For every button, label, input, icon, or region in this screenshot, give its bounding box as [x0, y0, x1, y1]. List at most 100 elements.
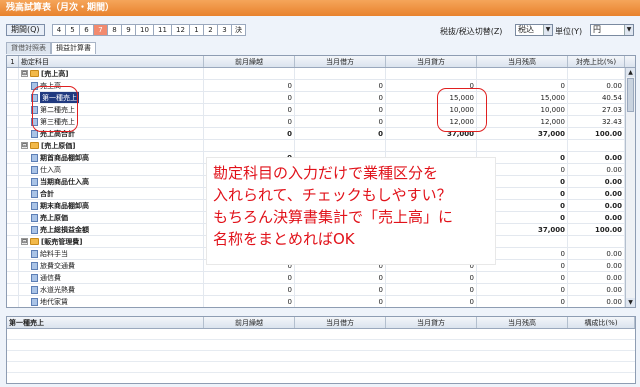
month-9[interactable]: 1	[190, 24, 204, 36]
detail-col-ratio[interactable]: 構成比(%)	[568, 317, 635, 328]
scroll-thumb[interactable]	[627, 78, 634, 112]
table-row[interactable]: 第二種売上 0 0 10,000 10,000 27.03	[7, 104, 635, 116]
scroll-up-icon[interactable]: ▲	[626, 68, 635, 77]
account-cell[interactable]: ⊟ [販売管理費]	[19, 236, 204, 247]
month-2[interactable]: 6	[80, 24, 94, 36]
tax-select[interactable]: 税込 ▼	[515, 24, 553, 36]
month-1[interactable]: 5	[66, 24, 80, 36]
month-4[interactable]: 8	[108, 24, 122, 36]
account-name: 給料手当	[40, 249, 68, 258]
col-debit[interactable]: 当月借方	[295, 56, 386, 67]
month-5[interactable]: 9	[122, 24, 136, 36]
table-row[interactable]: 地代家賃 0 0 0 0 0.00	[7, 296, 635, 307]
row-header-cell	[7, 116, 19, 127]
row-header-cell	[7, 272, 19, 283]
account-cell[interactable]: ⊟ [売上原価]	[19, 140, 204, 151]
annotation-line: 入れられて、チェックもしやすい？	[213, 186, 452, 204]
table-row[interactable]: ⊟ [売上高]	[7, 68, 635, 80]
highlight-circle-names	[32, 86, 78, 132]
value-cell: 0.00	[568, 152, 625, 163]
account-icon	[31, 201, 38, 210]
row-header-cell	[7, 248, 19, 259]
value-cell: 100.00	[568, 224, 625, 235]
annotation-callout: 勘定科目の入力だけで業種区分を 入れられて、チェックもしやすい？ もちろん決算書…	[206, 157, 496, 265]
tax-select-value: 税込	[518, 25, 534, 34]
account-cell[interactable]: 合計	[19, 188, 204, 199]
value-cell: 15,000	[477, 92, 568, 103]
table-row[interactable]: 売上高 0 0 0 0 0.00	[7, 80, 635, 92]
account-cell[interactable]: 仕入高	[19, 164, 204, 175]
col-credit[interactable]: 当月貸方	[386, 56, 477, 67]
account-cell[interactable]: ⊟ [売上高]	[19, 68, 204, 79]
month-11[interactable]: 3	[218, 24, 232, 36]
detail-row	[7, 340, 635, 351]
account-cell[interactable]: 旅費交通費	[19, 260, 204, 271]
unit-select[interactable]: 円 ▼	[590, 24, 634, 36]
tax-toggle-label: 税抜/税込切替(Z)	[440, 27, 503, 36]
folder-icon	[30, 70, 39, 77]
account-icon	[31, 189, 38, 198]
value-cell	[295, 140, 386, 151]
row-header-cell	[7, 296, 19, 307]
table-row[interactable]: 水道光熱費 0 0 0 0 0.00	[7, 284, 635, 296]
account-cell[interactable]: 期首商品棚卸高	[19, 152, 204, 163]
account-cell[interactable]: 通信費	[19, 272, 204, 283]
value-cell	[386, 140, 477, 151]
account-icon	[31, 165, 38, 174]
grid-corner[interactable]: 1	[7, 56, 19, 67]
value-cell: 0	[295, 116, 386, 127]
row-header-cell	[7, 212, 19, 223]
col-prev-balance[interactable]: 前月繰越	[204, 56, 295, 67]
scroll-down-icon[interactable]: ▼	[626, 298, 635, 307]
value-cell: 0.00	[568, 212, 625, 223]
month-0[interactable]: 4	[52, 24, 66, 36]
value-cell: 40.54	[568, 92, 625, 103]
detail-account: 第一種売上	[7, 317, 204, 328]
detail-col-balance[interactable]: 当月残高	[477, 317, 568, 328]
table-row[interactable]: 売上高合計 0 0 37,000 37,000 100.00	[7, 128, 635, 140]
tab-income-statement[interactable]: 損益計算書	[51, 42, 96, 54]
detail-col-debit[interactable]: 当月借方	[295, 317, 386, 328]
value-cell: 0	[386, 284, 477, 295]
collapse-icon[interactable]: ⊟	[21, 142, 28, 149]
account-cell[interactable]: 地代家賃	[19, 296, 204, 307]
account-cell[interactable]: 売上総損益金額	[19, 224, 204, 235]
col-ratio[interactable]: 対売上比(%)	[568, 56, 625, 67]
detail-col-credit[interactable]: 当月貸方	[386, 317, 477, 328]
table-row[interactable]: ⊟ [売上原価]	[7, 140, 635, 152]
account-cell[interactable]: 期末商品棚卸高	[19, 200, 204, 211]
value-cell	[568, 140, 625, 151]
period-toolbar: 期間(Q) 4 5 6 7 8 9 10 11 12 1 2 3 決 税抜/税込切替(Z) 税込 ▼ 単…	[0, 22, 640, 38]
detail-grid: 第一種売上 前月繰越 当月借方 当月貸方 当月残高 構成比(%)	[6, 316, 636, 384]
account-name: 合計	[40, 189, 54, 198]
month-8[interactable]: 12	[172, 24, 190, 36]
value-cell: 0	[204, 272, 295, 283]
month-12[interactable]: 決	[232, 24, 246, 36]
tab-balance-sheet[interactable]: 貸借対照表	[6, 42, 51, 54]
account-cell[interactable]: 売上原価	[19, 212, 204, 223]
period-button[interactable]: 期間(Q)	[6, 24, 45, 36]
table-row[interactable]: 第三種売上 0 0 12,000 12,000 32.43	[7, 116, 635, 128]
account-cell[interactable]: 当期商品仕入高	[19, 176, 204, 187]
value-cell: 12,000	[477, 116, 568, 127]
account-name: [販売管理費]	[41, 237, 83, 246]
vertical-scrollbar[interactable]: ▲ ▼	[625, 68, 635, 307]
value-cell: 0	[295, 272, 386, 283]
collapse-icon[interactable]: ⊟	[21, 70, 28, 77]
month-10[interactable]: 2	[204, 24, 218, 36]
detail-col-prev[interactable]: 前月繰越	[204, 317, 295, 328]
month-7[interactable]: 11	[154, 24, 172, 36]
collapse-icon[interactable]: ⊟	[21, 238, 28, 245]
account-cell[interactable]: 水道光熱費	[19, 284, 204, 295]
value-cell: 0.00	[568, 188, 625, 199]
col-account[interactable]: 勘定科目	[19, 56, 204, 67]
row-header-cell	[7, 224, 19, 235]
month-3[interactable]: 7	[94, 24, 108, 36]
month-6[interactable]: 10	[136, 24, 154, 36]
account-cell[interactable]: 給料手当	[19, 248, 204, 259]
table-row[interactable]: 第一種売上 0 0 15,000 15,000 40.54	[7, 92, 635, 104]
value-cell: 0	[204, 80, 295, 91]
table-row[interactable]: 通信費 0 0 0 0 0.00	[7, 272, 635, 284]
account-icon	[31, 285, 38, 294]
col-balance[interactable]: 当月残高	[477, 56, 568, 67]
